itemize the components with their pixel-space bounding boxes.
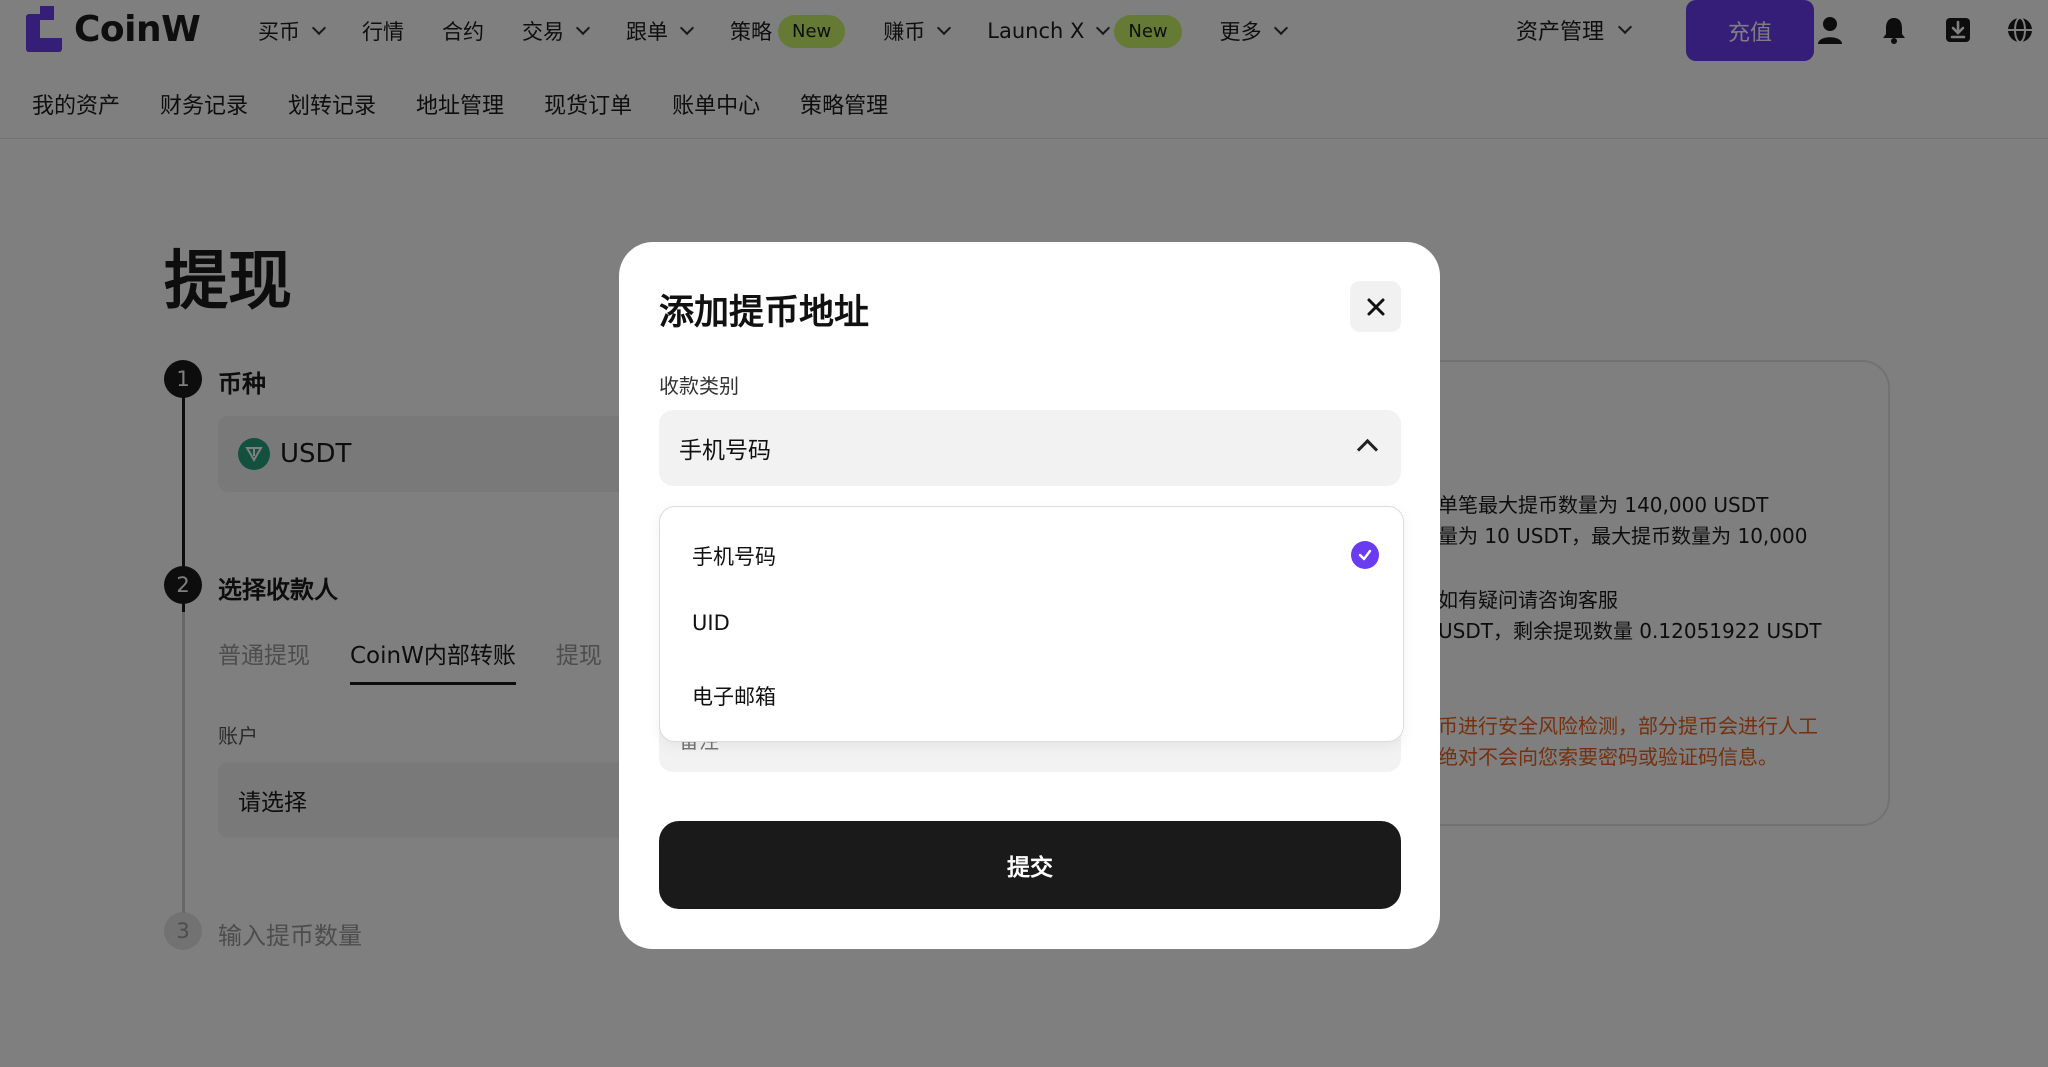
check-icon xyxy=(1351,541,1379,569)
chevron-up-icon xyxy=(1356,438,1379,461)
payee-category-select[interactable]: 手机号码 xyxy=(659,410,1401,486)
close-icon xyxy=(1367,298,1384,315)
option-phone-number[interactable]: 手机号码 xyxy=(692,541,776,571)
option-uid[interactable]: UID xyxy=(692,611,730,635)
selected-category: 手机号码 xyxy=(679,438,771,464)
payee-category-label: 收款类别 xyxy=(659,374,739,398)
submit-button[interactable]: 提交 xyxy=(659,821,1401,909)
dialog-title: 添加提币地址 xyxy=(659,293,870,333)
add-withdrawal-address-dialog: 添加提币地址 收款类别 手机号码 手机号码 UID 电子邮箱 提交 xyxy=(619,242,1440,949)
option-email[interactable]: 电子邮箱 xyxy=(692,681,776,711)
close-button[interactable] xyxy=(1350,281,1401,332)
payee-category-dropdown: 手机号码 UID 电子邮箱 xyxy=(659,506,1404,742)
